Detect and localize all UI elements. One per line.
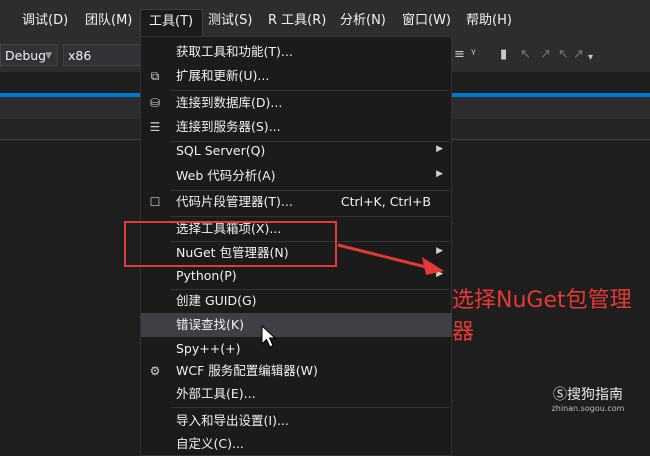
menu-item-extensions[interactable]: ⧉ 扩展和更新(U)... — [141, 64, 452, 88]
annotation-arrow — [337, 243, 444, 275]
menu-item-label: 错误查找(K) — [176, 317, 244, 332]
menu-item-connect-server[interactable]: ☰ 连接到服务器(S)... — [141, 115, 452, 139]
bookmark-folder-icon[interactable]: ↖ — [558, 47, 569, 62]
menu-test[interactable]: 测试(S) — [208, 12, 252, 30]
menu-r-tools[interactable]: R 工具(R) — [268, 12, 326, 30]
menu-item-label: 获取工具和功能(T)... — [176, 44, 293, 59]
menu-item-label: Web 代码分析(A) — [176, 168, 276, 183]
menu-item-shortcut: Ctrl+K, Ctrl+B — [340, 194, 431, 209]
submenu-arrow-icon: ▶ — [436, 144, 443, 154]
bookmark-clear-icon[interactable]: ↗ — [573, 47, 584, 62]
menu-item-web-code-analysis[interactable]: Web 代码分析(A) ▶ — [141, 164, 452, 188]
menu-item-sql-server[interactable]: SQL Server(Q) ▶ — [141, 139, 452, 163]
bookmark-icon[interactable]: ▮ — [500, 47, 507, 62]
menu-debug[interactable]: 调试(D) — [22, 12, 68, 30]
menu-item-label: 扩展和更新(U)... — [176, 68, 270, 83]
chevron-down-icon: ▼ — [45, 51, 52, 61]
annotation-text: 选择NuGet包管理器 — [452, 288, 632, 345]
menu-item-create-guid[interactable]: 创建 GUID(G) — [141, 289, 452, 313]
menu-item-snippets-manager[interactable]: ☐ 代码片段管理器(T)... Ctrl+K, Ctrl+B — [141, 190, 452, 214]
menu-item-label: 自定义(C)... — [176, 436, 244, 451]
gear-icon: ⚙ — [149, 364, 161, 378]
bookmark-next-icon[interactable]: ↗ — [540, 47, 551, 62]
menu-analyze[interactable]: 分析(N) — [340, 12, 386, 30]
bookmark-prev-icon[interactable]: ↖ — [520, 47, 531, 62]
menu-item-label: Spy++(+) — [176, 341, 241, 356]
toolbar-icon-comment[interactable]: ≡ — [454, 47, 465, 62]
toolbar-overflow-icon[interactable]: ▾ — [588, 52, 593, 63]
menu-item-label: 连接到数据库(D)... — [176, 95, 283, 110]
watermark-url: zhinan.sogou.com — [551, 404, 625, 413]
mouse-cursor-icon — [261, 325, 277, 348]
menu-item-error-lookup[interactable]: 错误查找(K) — [141, 313, 452, 337]
menu-separator — [171, 407, 449, 408]
watermark-brand-text: 搜狗指南 — [567, 387, 623, 403]
menu-item-import-export-settings[interactable]: 导入和导出设置(I)... — [141, 409, 452, 433]
menu-window[interactable]: 窗口(W) — [402, 12, 451, 30]
configuration-dropdown[interactable]: Debug ▼ — [0, 44, 58, 66]
menu-item-external-tools[interactable]: 外部工具(E)... — [141, 382, 452, 406]
watermark-brand: Ⓢ搜狗指南 — [538, 387, 638, 403]
sogou-logo-icon: Ⓢ — [553, 387, 567, 403]
menu-bar: 调试(D) 团队(M) 工具(T) 测试(S) R 工具(R) 分析(N) 窗口… — [0, 0, 650, 40]
menu-item-wcf-config-editor[interactable]: ⚙ WCF 服务配置编辑器(W) — [141, 359, 452, 383]
menu-item-label: 导入和导出设置(I)... — [176, 413, 289, 428]
snippet-icon: ☐ — [149, 195, 161, 209]
menu-item-get-tools[interactable]: 获取工具和功能(T)... — [141, 40, 452, 64]
extensions-icon: ⧉ — [150, 69, 160, 83]
menu-item-customize[interactable]: 自定义(C)... — [141, 432, 452, 456]
menu-item-label: Python(P) — [176, 268, 237, 283]
server-icon: ☰ — [149, 120, 161, 134]
watermark: Ⓢ搜狗指南 zhinan.sogou.com — [538, 387, 638, 415]
menu-team[interactable]: 团队(M) — [85, 12, 132, 30]
highlight-box — [124, 221, 337, 267]
database-icon: ⛁ — [149, 96, 161, 110]
menu-item-label: 代码片段管理器(T)... — [176, 194, 293, 209]
toolbar-icon-uncomment[interactable]: ᵞ — [471, 47, 476, 62]
menu-item-label: 创建 GUID(G) — [176, 293, 257, 308]
submenu-arrow-icon: ▶ — [436, 169, 443, 179]
menu-item-label: 连接到服务器(S)... — [176, 119, 281, 134]
platform-dropdown[interactable]: x86 — [63, 44, 143, 66]
annotation-arrow-shaft — [337, 243, 431, 270]
menu-item-label: WCF 服务配置编辑器(W) — [176, 363, 318, 378]
menu-item-spy-plus-plus[interactable]: Spy++(+) — [141, 337, 452, 361]
platform-value: x86 — [68, 48, 92, 63]
menu-tools[interactable]: 工具(T) — [140, 9, 204, 39]
annotation-arrow-head — [422, 257, 444, 275]
menu-item-label: SQL Server(Q) — [176, 143, 266, 158]
menu-item-connect-database[interactable]: ⛁ 连接到数据库(D)... — [141, 91, 452, 115]
menu-help[interactable]: 帮助(H) — [466, 12, 512, 30]
configuration-value: Debug — [5, 48, 47, 63]
menu-item-label: 外部工具(E)... — [176, 386, 256, 401]
